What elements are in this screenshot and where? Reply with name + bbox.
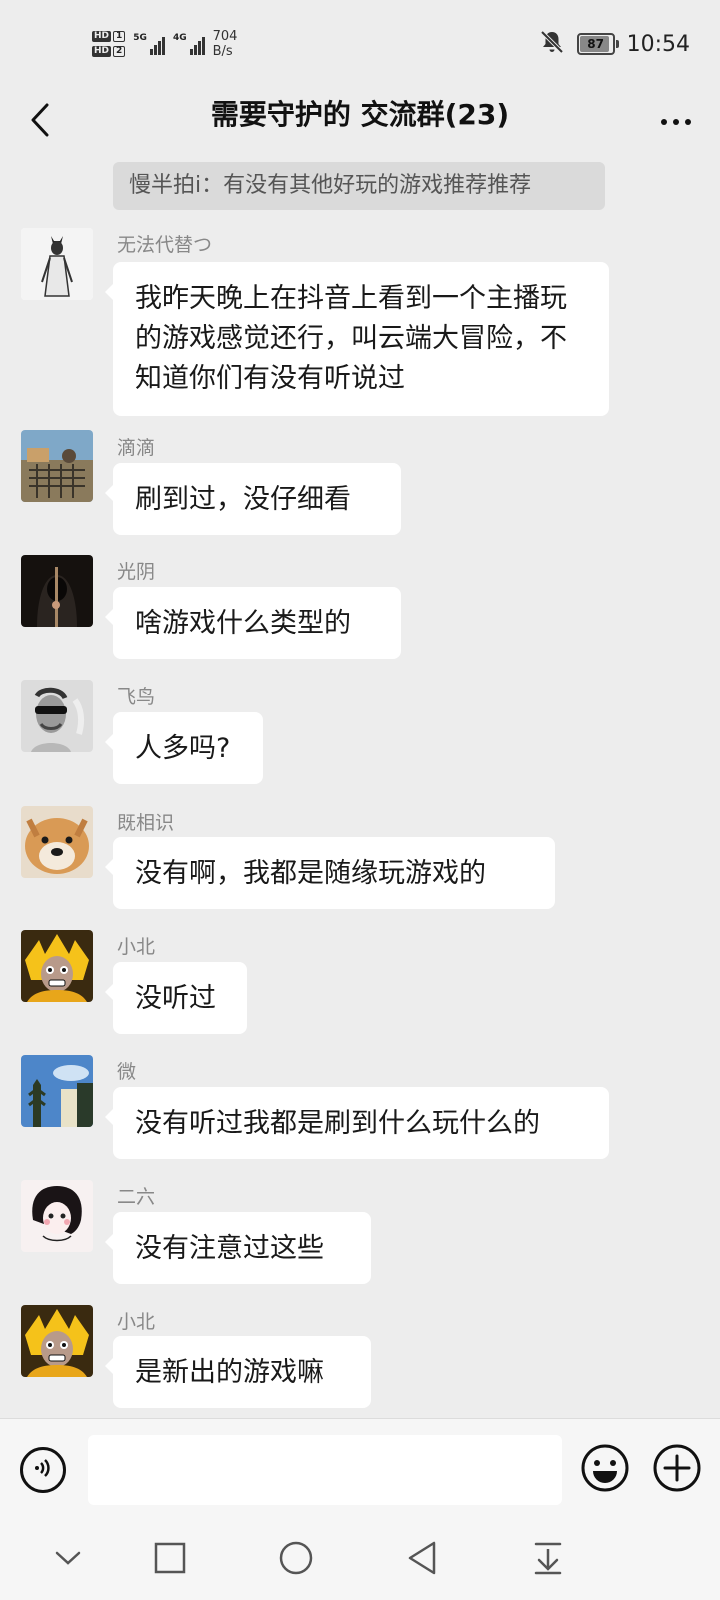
message-bubble[interactable]: 没有听过我都是刷到什么玩什么的 [105, 1087, 609, 1159]
sender-name: 滴滴 [117, 437, 156, 459]
sim1-hd-label: HD [92, 31, 112, 42]
status-bar: HD 1 HD 2 5G 4G 704 B/s 87 10:54 [0, 0, 720, 88]
avatar[interactable] [21, 555, 93, 627]
voice-button[interactable] [20, 1447, 66, 1493]
sim2-number: 2 [113, 46, 126, 57]
network-speed-unit: B/s [212, 44, 233, 59]
sender-name: 小北 [117, 936, 156, 958]
notifications-button[interactable] [520, 1532, 576, 1588]
message-bubble[interactable]: 没有注意过这些 [105, 1212, 371, 1284]
back-button[interactable] [18, 100, 62, 144]
message-bubble[interactable]: 我昨天晚上在抖音上看到一个主播玩的游戏感觉还行，叫云端大冒险，不知道你们有没有听… [105, 262, 609, 416]
sim2-hd-label: HD [92, 46, 112, 57]
emoji-button[interactable] [580, 1443, 630, 1497]
mute-bell-icon [539, 29, 565, 59]
sender-name: 微 [117, 1061, 137, 1083]
home-button[interactable] [268, 1532, 324, 1588]
battery-icon: 87 [576, 33, 619, 55]
avatar[interactable] [21, 1180, 93, 1252]
message-bubble[interactable]: 刷到过，没仔细看 [105, 463, 401, 535]
message-input[interactable] [88, 1435, 562, 1505]
avatar[interactable] [21, 806, 93, 878]
sender-name: 小北 [117, 1311, 156, 1333]
status-right: 87 10:54 [539, 26, 690, 62]
collapse-button[interactable] [40, 1532, 96, 1588]
network1-label: 5G [133, 33, 147, 43]
battery-level: 87 [587, 37, 604, 51]
more-button[interactable] [652, 100, 700, 144]
sim-indicators: HD 1 HD 2 [92, 31, 126, 57]
voice-icon [31, 1456, 55, 1484]
system-notice: 慢半拍i：有没有其他好玩的游戏推荐推荐 [113, 162, 605, 210]
square-icon [154, 1542, 186, 1578]
more-dots-icon [661, 119, 667, 125]
system-back-button[interactable] [394, 1532, 450, 1588]
sender-name: 既相识 [117, 812, 175, 834]
avatar[interactable] [21, 228, 93, 300]
chat-title: 需要守护的 交流群(23) [210, 98, 510, 131]
sim1-number: 1 [113, 31, 126, 42]
circle-icon [278, 1540, 314, 1580]
chevron-left-icon [28, 102, 52, 142]
triangle-back-icon [406, 1540, 438, 1580]
sender-name: 无法代替つ [117, 234, 213, 256]
recents-button[interactable] [142, 1532, 198, 1588]
network-speed-value: 704 [212, 29, 238, 44]
plus-button[interactable] [652, 1443, 702, 1497]
sim1-indicator: HD 1 [92, 31, 126, 42]
sender-name: 二六 [117, 1186, 156, 1208]
sender-name: 飞鸟 [117, 686, 156, 708]
message-bubble[interactable]: 没听过 [105, 962, 247, 1034]
message-bubble[interactable]: 人多吗? [105, 712, 263, 784]
chat-header: 需要守护的 交流群(23) [0, 88, 720, 158]
status-left: HD 1 HD 2 5G 4G 704 B/s [92, 20, 237, 68]
sim2-indicator: HD 2 [92, 46, 126, 57]
system-navigation [0, 1518, 720, 1600]
avatar[interactable] [21, 430, 93, 502]
avatar[interactable] [21, 1055, 93, 1127]
message-bubble[interactable]: 啥游戏什么类型的 [105, 587, 401, 659]
message-bubble[interactable]: 是新出的游戏嘛 [105, 1336, 371, 1408]
input-bar [0, 1418, 720, 1519]
pull-down-icon [532, 1541, 564, 1579]
sender-name: 光阴 [117, 561, 156, 583]
message-bubble[interactable]: 没有啊，我都是随缘玩游戏的 [105, 837, 555, 909]
network2-label: 4G [172, 33, 187, 43]
signal-4g-icon: 4G [173, 33, 205, 55]
avatar[interactable] [21, 1305, 93, 1377]
chevron-down-icon [53, 1548, 83, 1572]
network-speed: 704 B/s [213, 29, 238, 59]
signal-5g-icon: 5G [133, 33, 165, 55]
clock: 10:54 [626, 31, 690, 57]
plus-icon [652, 1443, 702, 1497]
avatar[interactable] [21, 930, 93, 1002]
avatar[interactable] [21, 680, 93, 752]
emoji-icon [580, 1443, 630, 1497]
